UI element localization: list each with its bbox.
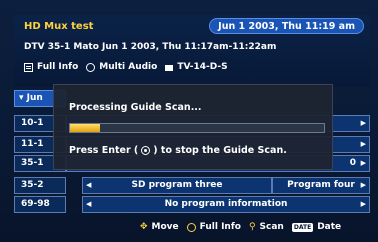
full-info-hint: Full Info bbox=[199, 222, 241, 232]
dialog-message: Press Enter ( ) to stop the Guide Scan. bbox=[69, 145, 287, 156]
full-info-label[interactable]: Full Info bbox=[37, 62, 78, 72]
scan-progress-bar bbox=[69, 123, 325, 133]
arrow-right-icon: ▶ bbox=[360, 200, 366, 208]
dialog-title: Processing Guide Scan... bbox=[69, 102, 202, 113]
arrow-left-icon: ◀ bbox=[86, 200, 92, 208]
date-hint: Date bbox=[317, 222, 342, 232]
move-arrows-icon: ✥ bbox=[140, 222, 148, 232]
guide-row: 35-2 ◀ SD program three Program four ▶ bbox=[14, 177, 370, 194]
scan-progress-fill bbox=[70, 124, 101, 132]
tv-guide-screen: HD Mux test Jun 1 2003, Thu 11:19 am DTV… bbox=[0, 0, 378, 242]
lock-icon bbox=[165, 65, 174, 71]
scan-antenna-icon: ⚲ bbox=[248, 222, 256, 232]
program-title: HD Mux test bbox=[24, 21, 94, 32]
multi-audio-label[interactable]: Multi Audio bbox=[99, 62, 157, 72]
move-hint: Move bbox=[151, 222, 179, 232]
program-cell[interactable]: Program four ▶ bbox=[272, 177, 370, 194]
program-description: DTV 35-1 Mato Jun 1 2003, Thu 11:17am-11… bbox=[24, 42, 277, 52]
rating-label: TV-14-D-S bbox=[177, 62, 228, 72]
program-cell[interactable]: ◀ SD program three bbox=[82, 177, 272, 194]
program-name: No program information bbox=[164, 199, 288, 209]
scan-hint: Scan bbox=[259, 222, 284, 232]
footer-hints: ✥ Move Full Info ⚲ Scan DATE Date bbox=[140, 222, 341, 232]
enter-button-icon bbox=[141, 146, 151, 155]
message-prefix: Press Enter ( bbox=[69, 145, 139, 156]
program-name: Program four bbox=[287, 180, 355, 190]
full-info-button-icon bbox=[186, 222, 196, 232]
program-info-header: HD Mux test Jun 1 2003, Thu 11:19 am DTV… bbox=[14, 15, 370, 87]
arrow-right-icon: ▶ bbox=[360, 140, 366, 148]
program-tail-label: 0 bbox=[349, 158, 356, 168]
arrow-right-icon: ▶ bbox=[360, 119, 366, 127]
multi-audio-icon bbox=[86, 62, 96, 72]
arrow-left-icon: ◀ bbox=[86, 181, 92, 189]
month-label: Jun bbox=[26, 93, 43, 103]
guide-scan-dialog: Processing Guide Scan... Press Enter ( )… bbox=[53, 84, 333, 170]
message-suffix: ) to stop the Guide Scan. bbox=[153, 145, 287, 156]
datetime-pill: Jun 1 2003, Thu 11:19 am bbox=[209, 18, 364, 34]
guide-row: 69-98 ◀ No program information ▶ bbox=[14, 196, 370, 213]
channel-cell[interactable]: 69-98 bbox=[14, 196, 66, 213]
arrow-right-icon: ▶ bbox=[360, 181, 366, 189]
program-name: SD program three bbox=[131, 180, 223, 190]
arrow-right-icon: ▶ bbox=[360, 159, 366, 167]
date-button-icon: DATE bbox=[291, 222, 314, 232]
full-info-icon bbox=[24, 62, 33, 72]
channel-cell[interactable]: 35-2 bbox=[14, 177, 66, 194]
program-info-bar: Full Info Multi Audio TV-14-D-S bbox=[24, 62, 228, 72]
chevron-down-icon: ▾ bbox=[19, 93, 24, 103]
program-cell[interactable]: ◀ No program information ▶ bbox=[82, 196, 370, 213]
